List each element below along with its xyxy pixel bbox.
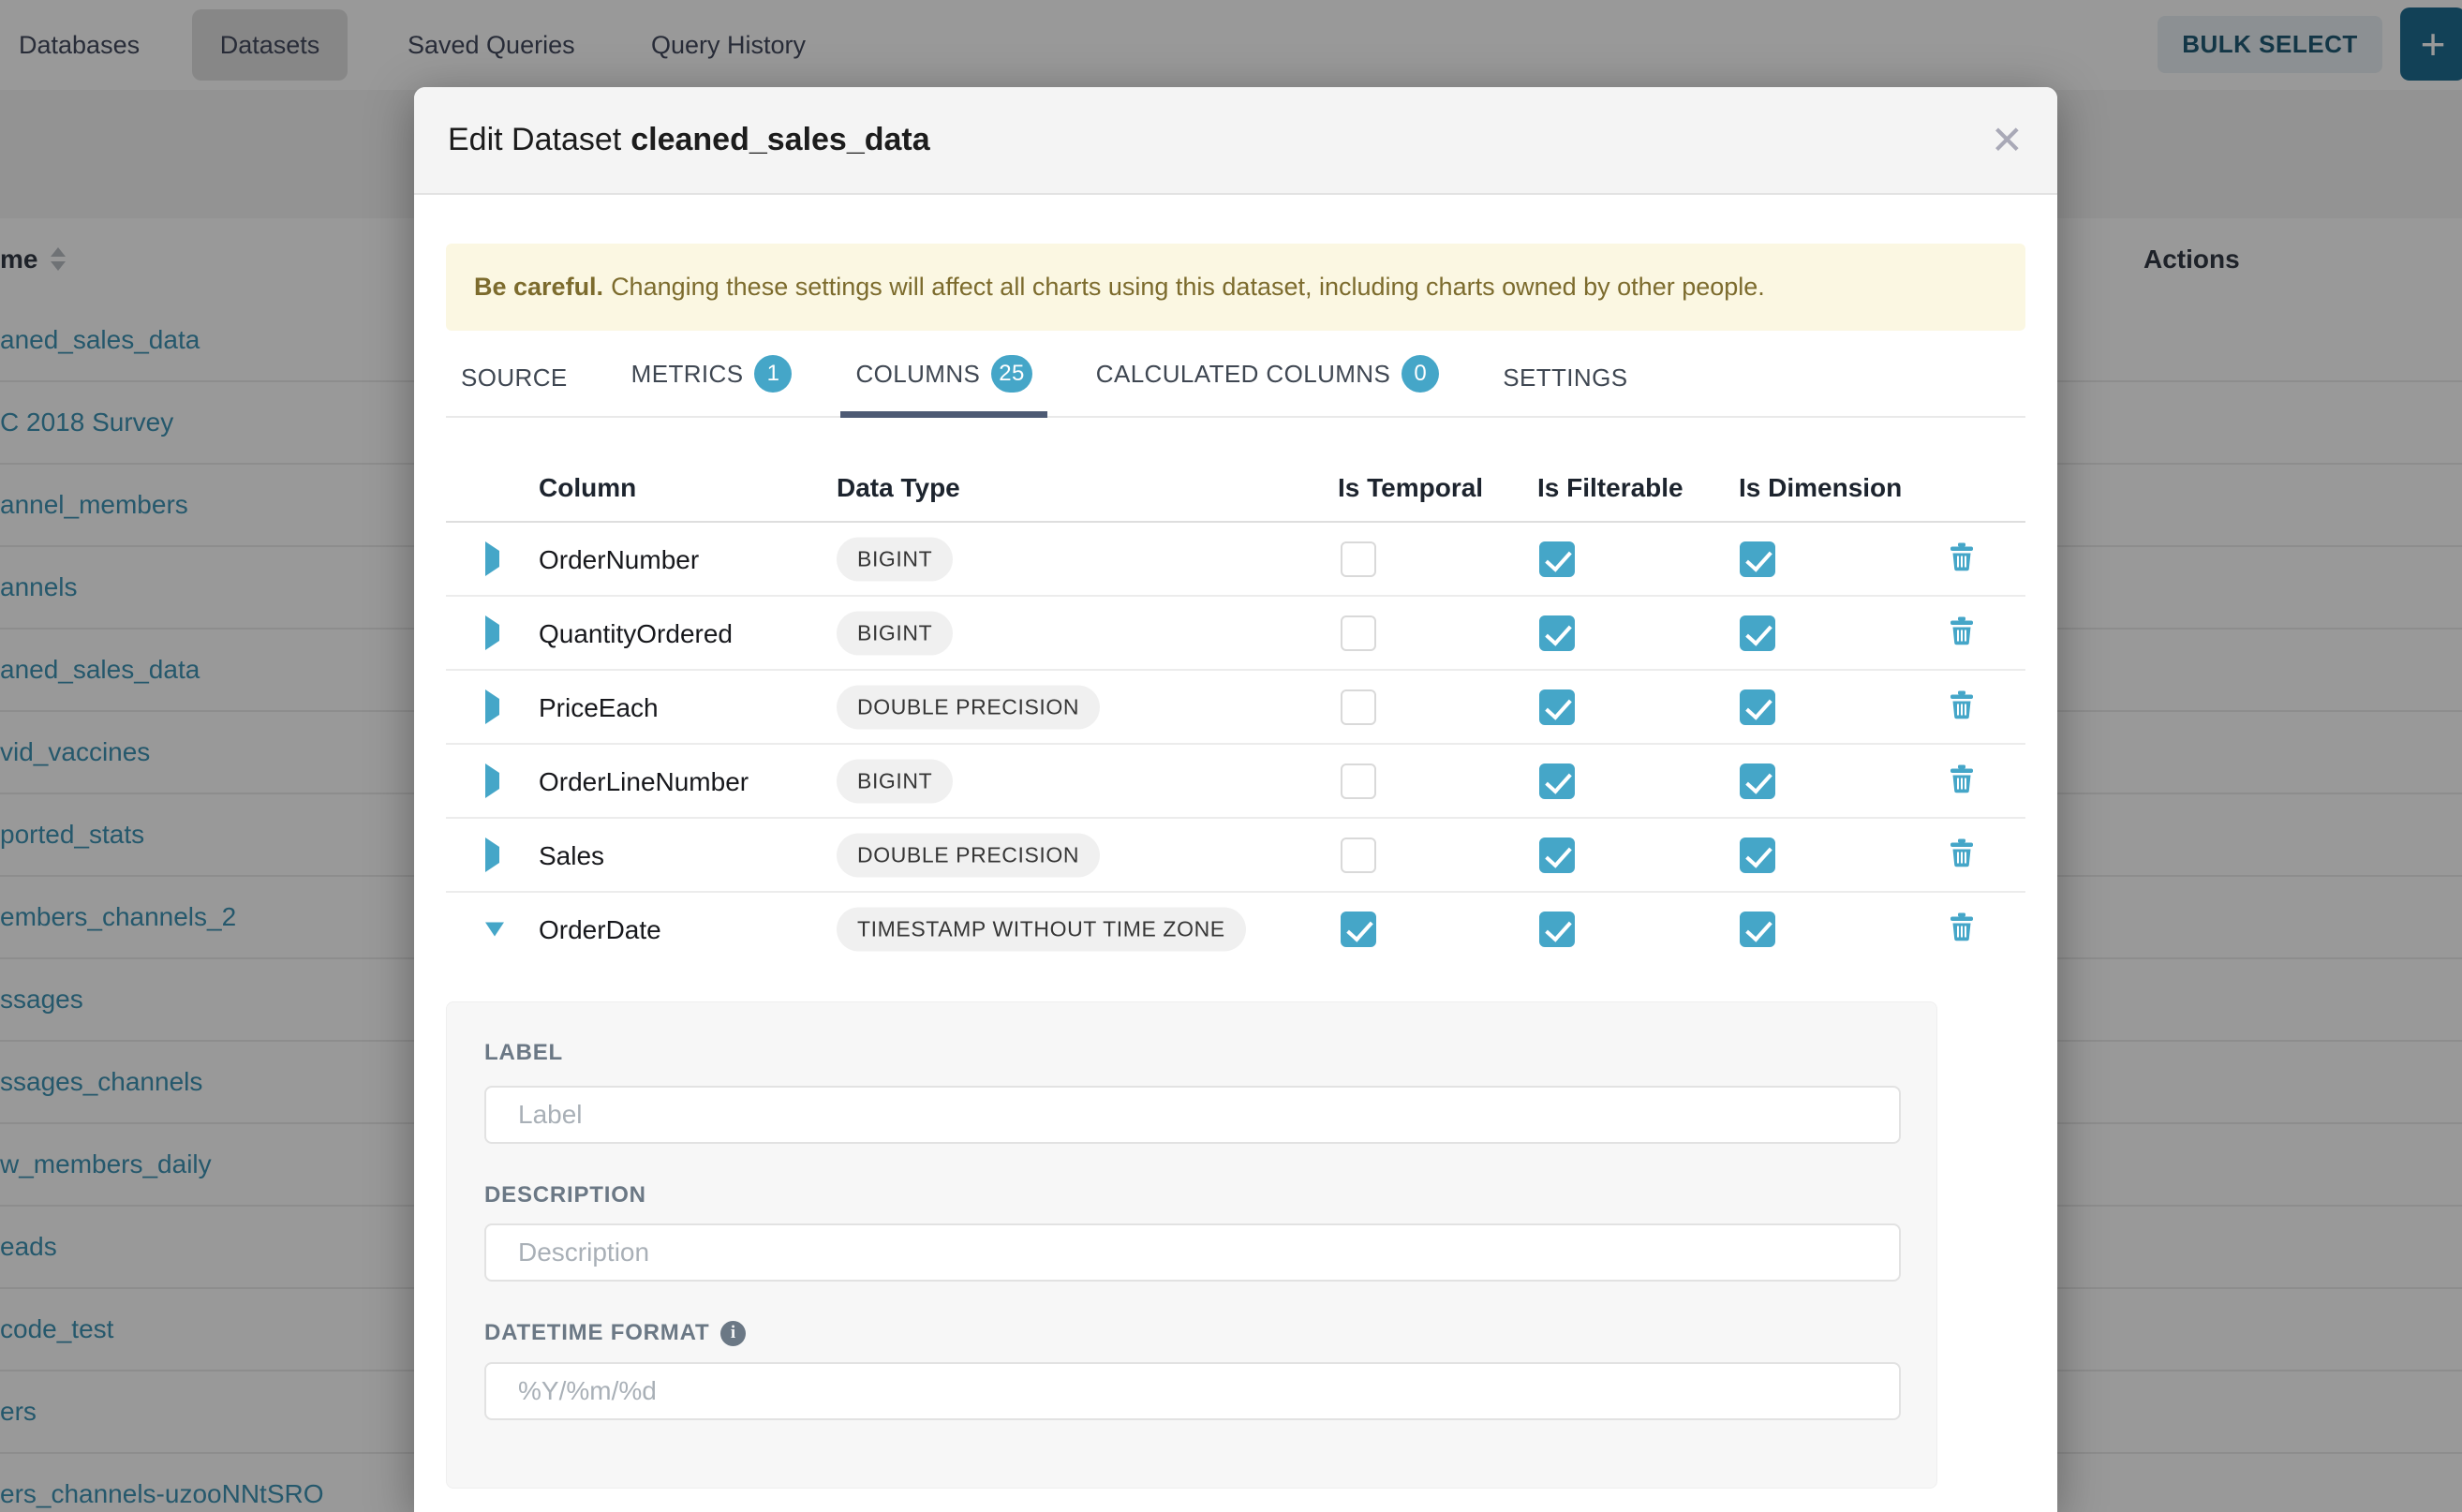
expand-caret-icon[interactable] [485,773,499,790]
datetime-format-field-label: DATETIME FORMAT i [484,1320,746,1346]
label-input[interactable] [484,1086,1901,1144]
edit-dataset-modal: Edit Dataset cleaned_sales_data ✕ Be car… [414,87,2057,1512]
modal-tabs: SOURCE METRICS 1 COLUMNS 25 CALCULATED C… [446,345,2025,418]
collapse-caret-icon[interactable] [485,922,504,936]
tab-label: CALCULATED COLUMNS [1096,360,1390,389]
screen: Databases Datasets Saved Queries Query H… [0,0,2462,1512]
is-filterable-checkbox[interactable] [1539,912,1575,947]
data-type-pill: TIMESTAMP WITHOUT TIME ZONE [837,907,1246,951]
warning-bold: Be careful. [474,273,603,302]
data-type-pill: BIGINT [837,611,953,655]
tab-label: SOURCE [461,363,568,393]
expand-caret-icon[interactable] [485,699,499,716]
delete-column-icon[interactable] [1950,690,1974,723]
data-type-pill: BIGINT [837,537,953,581]
is-filterable-checkbox[interactable] [1539,763,1575,799]
data-type-header: Data Type [837,462,960,514]
column-row: QuantityOrdered BIGINT [446,595,2025,669]
is-dimension-header: Is Dimension [1739,462,1902,514]
is-filterable-checkbox[interactable] [1539,689,1575,725]
is-temporal-checkbox[interactable] [1341,838,1376,873]
is-dimension-checkbox[interactable] [1740,912,1775,947]
is-temporal-checkbox[interactable] [1341,541,1376,577]
is-dimension-checkbox[interactable] [1740,763,1775,799]
modal-body: Be careful. Changing these settings will… [414,195,2057,1512]
modal-header: Edit Dataset cleaned_sales_data ✕ [414,87,2057,195]
data-type-pill: DOUBLE PRECISION [837,685,1100,729]
modal-title-prefix: Edit Dataset [448,122,621,158]
column-row: OrderNumber BIGINT [446,521,2025,595]
column-name: Sales [539,819,604,893]
modal-title: Edit Dataset cleaned_sales_data [448,87,930,193]
is-temporal-checkbox[interactable] [1341,615,1376,651]
tab-calculated-columns[interactable]: CALCULATED COLUMNS 0 [1081,355,1454,418]
is-filterable-checkbox[interactable] [1539,541,1575,577]
datetime-format-input[interactable] [484,1362,1901,1420]
expand-caret-icon[interactable] [485,551,499,568]
delete-column-icon[interactable] [1950,764,1974,797]
tab-metrics[interactable]: METRICS 1 [616,355,808,418]
column-row: OrderLineNumber BIGINT [446,743,2025,817]
columns-table-header: Column Data Type Is Temporal Is Filterab… [446,462,2025,521]
is-dimension-checkbox[interactable] [1740,615,1775,651]
column-name: OrderNumber [539,523,699,597]
is-temporal-checkbox[interactable] [1341,689,1376,725]
warning-banner: Be careful. Changing these settings will… [446,244,2025,331]
tab-settings[interactable]: SETTINGS [1488,363,1642,418]
tab-columns[interactable]: COLUMNS 25 [840,355,1046,418]
delete-column-icon[interactable] [1950,838,1974,871]
tab-badge: 25 [991,355,1032,393]
delete-column-icon[interactable] [1950,542,1974,575]
column-row: OrderDate TIMESTAMP WITHOUT TIME ZONE [446,891,2025,965]
column-header: Column [539,462,636,514]
is-filterable-checkbox[interactable] [1539,615,1575,651]
is-temporal-header: Is Temporal [1338,462,1483,514]
is-dimension-checkbox[interactable] [1740,689,1775,725]
tab-badge: 0 [1402,355,1439,393]
expand-caret-icon[interactable] [485,847,499,864]
column-row: Sales DOUBLE PRECISION [446,817,2025,891]
is-temporal-checkbox[interactable] [1341,912,1376,947]
data-type-pill: DOUBLE PRECISION [837,833,1100,877]
warning-text: Changing these settings will affect all … [611,273,1765,302]
description-field-label: DESCRIPTION [484,1182,646,1208]
is-temporal-checkbox[interactable] [1341,763,1376,799]
is-filterable-header: Is Filterable [1537,462,1683,514]
columns-rows: OrderNumber BIGINT QuantityOrdered BIGINT Pr… [446,521,2025,965]
delete-column-icon[interactable] [1950,912,1974,945]
is-dimension-checkbox[interactable] [1740,541,1775,577]
tab-source[interactable]: SOURCE [446,363,583,418]
is-dimension-checkbox[interactable] [1740,838,1775,873]
column-row: PriceEach DOUBLE PRECISION [446,669,2025,743]
tab-label: COLUMNS [855,360,980,389]
tab-label: SETTINGS [1503,363,1627,393]
column-name: OrderLineNumber [539,745,749,819]
expand-caret-icon[interactable] [485,625,499,642]
column-editor-panel: LABEL DESCRIPTION DATETIME FORMAT i [446,1001,1937,1489]
modal-title-dataset-name: cleaned_sales_data [630,122,929,158]
data-type-pill: BIGINT [837,759,953,803]
label-field-label: LABEL [484,1040,563,1066]
column-name: QuantityOrdered [539,597,733,671]
column-name: OrderDate [539,893,661,967]
is-filterable-checkbox[interactable] [1539,838,1575,873]
delete-column-icon[interactable] [1950,616,1974,649]
tab-label: METRICS [631,360,744,389]
description-input[interactable] [484,1223,1901,1282]
column-name: PriceEach [539,671,659,745]
close-icon[interactable]: ✕ [1991,87,2024,193]
info-icon[interactable]: i [720,1321,746,1346]
columns-table: Column Data Type Is Temporal Is Filterab… [446,462,2025,965]
tab-badge: 1 [754,355,792,393]
